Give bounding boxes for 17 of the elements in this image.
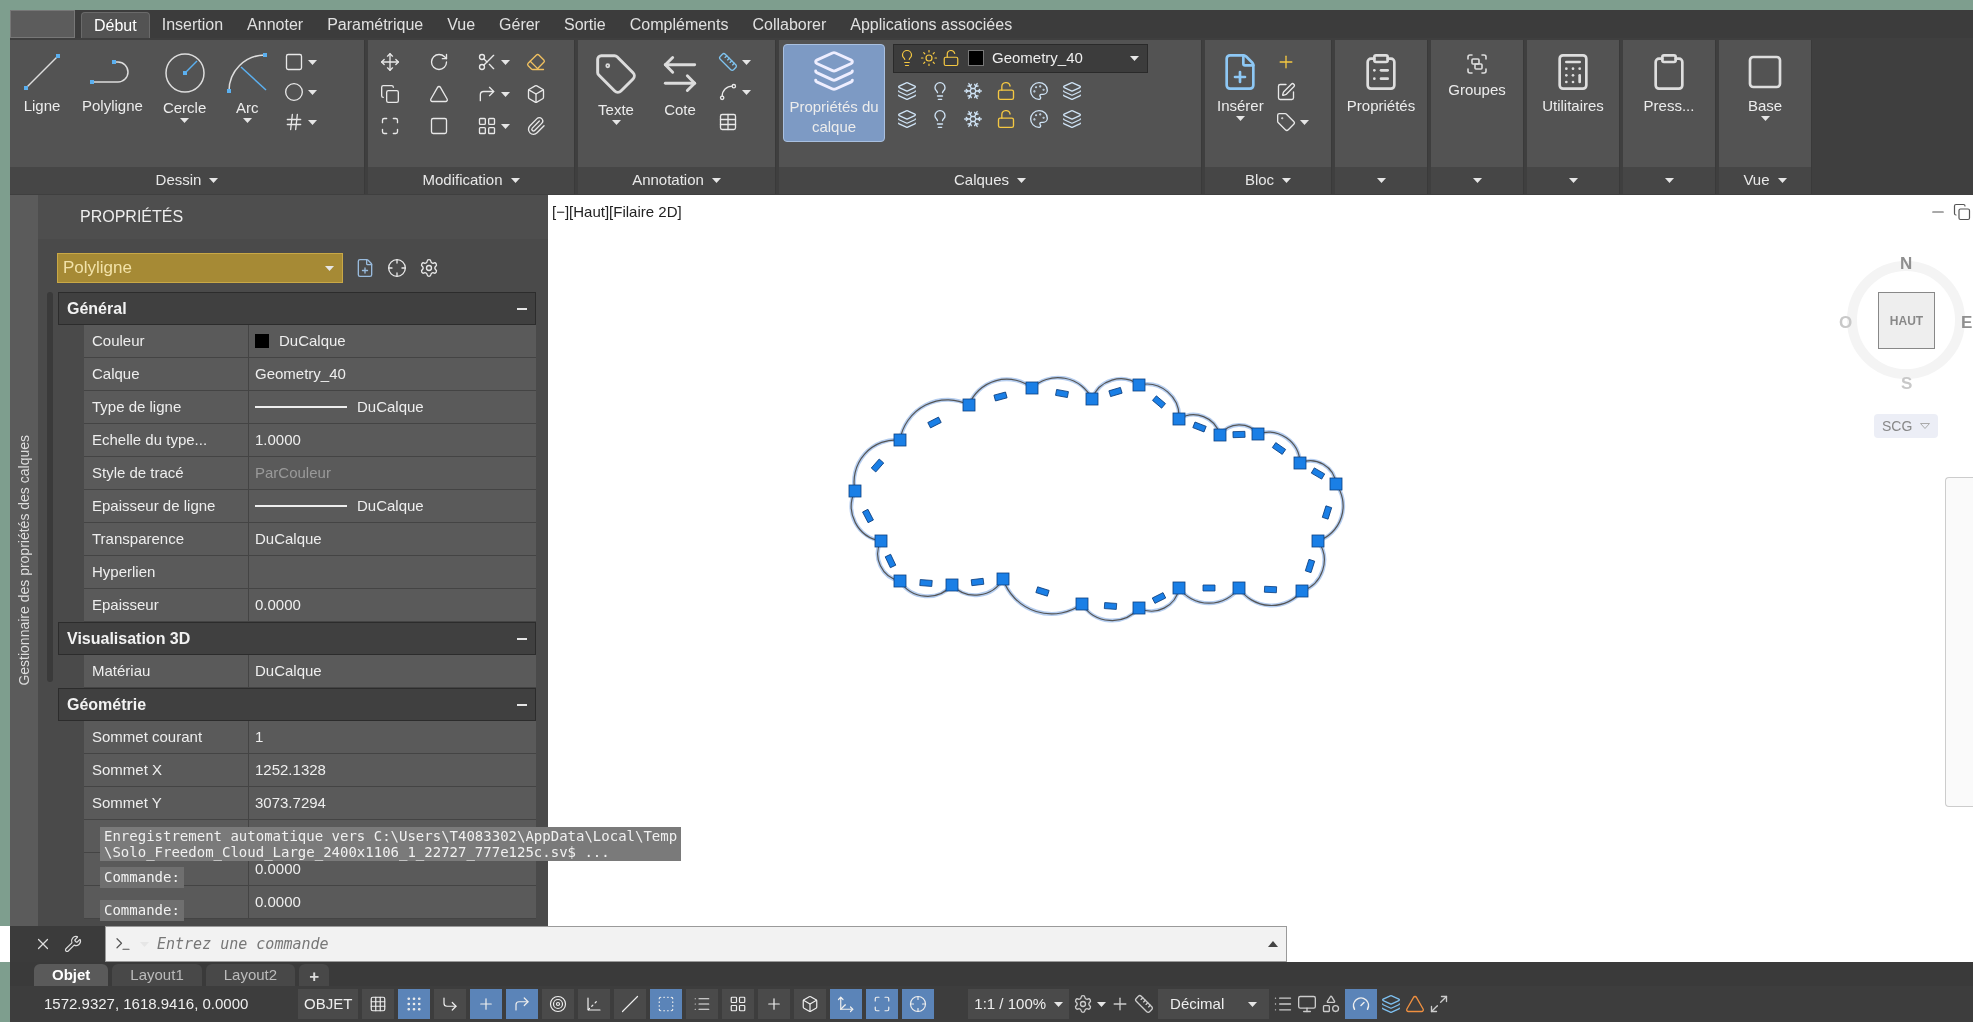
property-label: Epaisseur de ligne — [92, 495, 216, 516]
property-label: Epaisseur — [92, 594, 159, 615]
property-label: Type de ligne — [92, 396, 182, 417]
command-prompt-toast: Commande: — [100, 867, 184, 888]
property-label: Echelle du type... — [92, 429, 208, 450]
property-label: Transparence — [92, 528, 184, 549]
property-label: Calque — [92, 363, 140, 384]
command-prompt-toast: Commande: — [100, 900, 184, 921]
property-label: Hyperlien — [92, 561, 156, 582]
property-label: Sommet Y — [92, 792, 162, 813]
palette-title: PROPRIÉTÉS — [80, 206, 184, 227]
property-label: Sommet X — [92, 759, 163, 780]
autosave-toast: Enregistrement automatique vers C:\Users\T4083302\AppData\Local\Temp \Solo_Freedom_Cloud_Large_2400x1106_1_22727_777e125c.sv$ ... — [100, 827, 682, 861]
property-label: Couleur — [92, 330, 145, 351]
property-label: Sommet courant — [92, 726, 203, 747]
property-label: Style de tracé — [92, 462, 184, 483]
property-label: Matériau — [92, 660, 151, 681]
